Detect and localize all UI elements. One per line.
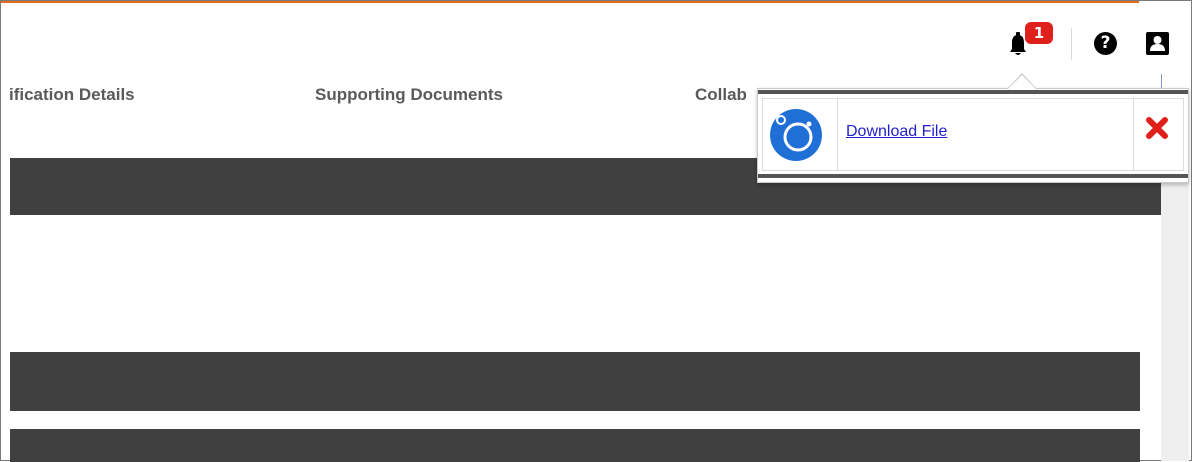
question-circle-icon[interactable]: ? bbox=[1094, 32, 1117, 55]
download-file-link[interactable]: Download File bbox=[846, 123, 947, 141]
notification-item: Download File bbox=[762, 98, 1184, 171]
notification-popup: Download File bbox=[757, 88, 1189, 183]
notification-badge[interactable]: 1 bbox=[1025, 22, 1053, 44]
section-header-bar bbox=[10, 352, 1140, 411]
notification-icon-cell bbox=[763, 99, 838, 170]
popup-border-bottom bbox=[758, 174, 1188, 178]
popup-border-top bbox=[758, 90, 1188, 94]
section-header-bar bbox=[10, 429, 1140, 462]
user-profile-icon[interactable] bbox=[1146, 32, 1169, 55]
tab-supporting-documents[interactable]: Supporting Documents bbox=[315, 85, 503, 105]
header-separator bbox=[1071, 28, 1072, 60]
accent-line bbox=[1, 1, 1139, 3]
app-logo-icon bbox=[770, 109, 822, 161]
notification-close-cell bbox=[1133, 99, 1184, 170]
scrollbar-track[interactable] bbox=[1161, 158, 1189, 461]
tab-collaboration[interactable]: Collab bbox=[695, 85, 755, 105]
close-x-icon[interactable] bbox=[1146, 117, 1168, 139]
app-window: 1 ? ification Details Supporting Documen… bbox=[0, 0, 1192, 462]
tab-classification-details[interactable]: ification Details bbox=[9, 85, 135, 105]
popup-caret-fill bbox=[1008, 75, 1036, 89]
